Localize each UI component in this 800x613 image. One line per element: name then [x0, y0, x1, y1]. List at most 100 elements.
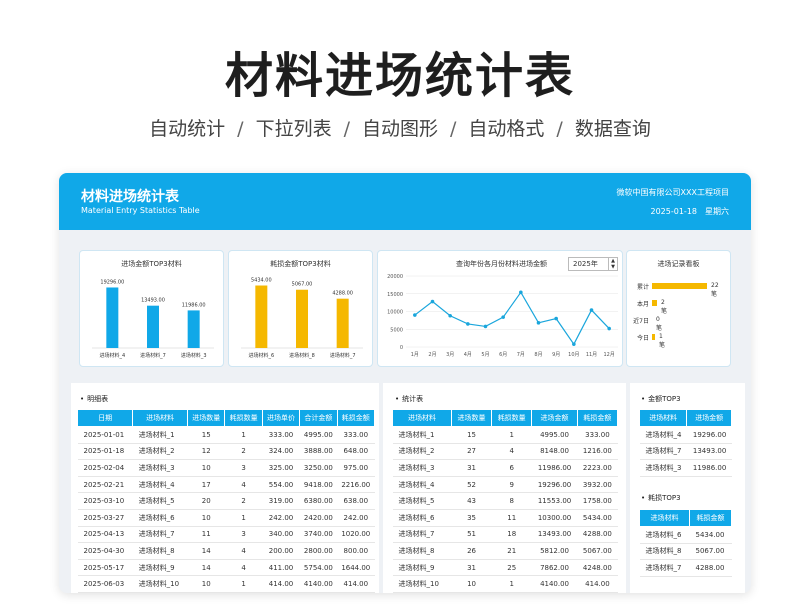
column-header[interactable]: 进场材料 — [392, 409, 452, 427]
kpi-value: 2笔 — [661, 299, 668, 315]
x-tick-label: 4月 — [464, 352, 472, 358]
table-row: 进场材料_7 4288.00 — [639, 559, 732, 577]
data-point — [466, 322, 470, 326]
table-cell: 3740.00 — [299, 526, 338, 544]
bar-value-label: 11986.00 — [182, 302, 206, 308]
column-header[interactable]: 合计金额 — [299, 409, 338, 427]
data-point — [413, 313, 417, 317]
table-row: 2025-01-01 进场材料_1 15 1 333.00 4995.00 333.00 — [77, 426, 375, 444]
table-cell: 10 — [187, 575, 225, 593]
top-section: • 金额TOP3 进场材料 进场金额 进场材料_4 19296.00 进场材料_7 1349… — [630, 383, 745, 593]
table-cell: 10 — [451, 575, 492, 593]
x-tick-label: 11月 — [586, 352, 597, 358]
kpi-bar — [652, 334, 655, 340]
table-cell: 648.00 — [337, 443, 375, 461]
table-cell: 进场材料_1 — [132, 426, 188, 444]
x-tick-label: 3月 — [446, 352, 454, 358]
table-cell: 554.00 — [262, 476, 300, 494]
table-cell: 31 — [451, 559, 492, 577]
table-cell: 14 — [187, 542, 225, 560]
table-cell: 6380.00 — [299, 492, 338, 510]
column-header[interactable]: 进场金额 — [531, 409, 578, 427]
column-header[interactable]: 进场材料 — [132, 409, 189, 427]
column-header[interactable]: 进场材料 — [638, 409, 688, 427]
table-cell: 340.00 — [262, 526, 300, 544]
column-header[interactable]: 耗损金额 — [336, 409, 376, 427]
table-cell: 1644.00 — [337, 559, 375, 577]
table-cell: 25 — [491, 559, 532, 577]
table-cell: 9418.00 — [299, 476, 338, 494]
kpi-label: 今日 — [636, 335, 649, 342]
table-cell: 3888.00 — [299, 443, 338, 461]
category-label: 进场材料_7 — [140, 352, 166, 359]
kpi-bar — [652, 283, 707, 289]
column-header[interactable]: 耗损数量 — [491, 409, 533, 427]
table-cell: 4288.00 — [577, 526, 618, 544]
table-cell: 进场材料_8 — [639, 543, 690, 561]
table-cell: 进场材料_5 — [132, 492, 188, 510]
table-cell: 进场材料_9 — [132, 559, 188, 577]
loss-top3-svg: 5434.00 进场材料_6 5067.00 进场材料_8 4288.00 进场材料_7 — [241, 278, 363, 359]
column-header[interactable]: 耗损数量 — [224, 409, 263, 427]
detail-table: 日期 进场材料 进场数量 耗损数量 进场单价 合计金额 耗损金额 2025-01-01 进场材料… — [76, 409, 376, 593]
table-cell: 414.00 — [262, 575, 300, 593]
column-header[interactable]: 耗损金额 — [688, 509, 733, 527]
column-header[interactable]: 进场金额 — [686, 409, 732, 427]
table-cell: 35 — [451, 509, 492, 527]
kpi-title: 进场记录看板 — [657, 260, 700, 268]
column-header[interactable]: 耗损金额 — [576, 409, 619, 427]
column-header[interactable]: 日期 — [76, 409, 134, 427]
table-cell: 进场材料_10 — [392, 575, 452, 593]
table-cell: 10 — [187, 459, 225, 477]
table-cell: 411.00 — [262, 559, 300, 577]
table-cell: 5434.00 — [689, 526, 732, 544]
feature-item: 自动图形 — [361, 118, 438, 140]
table-cell: 11 — [187, 526, 225, 544]
table-row: 2025-05-17 进场材料_9 14 4 411.00 5754.00 1644.00 — [77, 559, 375, 577]
data-point — [554, 316, 558, 321]
y-tick-label: 15000 — [387, 292, 403, 298]
x-tick-label: 9月 — [552, 352, 560, 358]
table-cell: 638.00 — [337, 492, 375, 510]
x-tick-label: 2月 — [428, 352, 436, 358]
column-header[interactable]: 进场材料 — [639, 509, 690, 527]
column-header[interactable]: 进场单价 — [261, 409, 301, 427]
column-header[interactable]: 进场数量 — [450, 409, 493, 427]
data-point — [589, 308, 594, 312]
x-tick-label: 12月 — [603, 352, 614, 358]
data-point — [501, 315, 505, 319]
top-amount-table: 进场材料 进场金额 进场材料_4 19296.00 进场材料_7 13493.00 进场材料… — [638, 409, 732, 477]
table-cell: 52 — [451, 476, 492, 494]
table-cell: 2025-06-03 — [77, 575, 133, 593]
table-row: 进场材料_5 43 8 11553.00 1758.00 — [392, 492, 618, 510]
column-header[interactable]: 进场数量 — [187, 409, 226, 427]
table-cell: 3932.00 — [577, 476, 618, 494]
table-cell: 进场材料_2 — [132, 443, 188, 461]
table-header-row: 进场材料 进场金额 — [638, 409, 732, 427]
amount-top3-chart: 进场金额TOP3材料 19296.00 进场材料_4 13493.00 进场材料_7 1… — [79, 250, 224, 367]
table-cell: 19296.00 — [686, 426, 732, 444]
table-cell: 4 — [224, 559, 263, 577]
data-point — [572, 342, 576, 346]
table-cell: 19296.00 — [531, 476, 578, 494]
table-cell: 2025-03-10 — [77, 492, 133, 510]
stats-title: • 统计表 — [395, 395, 424, 403]
category-label: 进场材料_4 — [99, 352, 125, 359]
table-cell: 进场材料_10 — [132, 575, 188, 593]
table-cell: 进场材料_7 — [132, 526, 188, 544]
table-cell: 414.00 — [577, 575, 618, 593]
table-row: 2025-04-30 进场材料_8 14 4 200.00 2800.00 800.00 — [77, 542, 375, 560]
table-cell: 11553.00 — [531, 492, 578, 510]
table-cell: 进场材料_7 — [392, 526, 452, 544]
table-row: 2025-02-04 进场材料_3 10 3 325.00 3250.00 975.00 — [77, 459, 375, 477]
table-cell: 1020.00 — [337, 526, 375, 544]
bar-value-label: 19296.00 — [100, 279, 124, 285]
table-row: 进场材料_4 52 9 19296.00 3932.00 — [392, 476, 618, 494]
table-cell: 319.00 — [262, 492, 300, 510]
table-cell: 2 — [224, 443, 263, 461]
table-cell: 进场材料_4 — [132, 476, 188, 494]
table-cell: 进场材料_8 — [392, 542, 452, 560]
table-row: 进场材料_10 10 1 4140.00 414.00 — [392, 575, 618, 593]
table-row: 2025-04-13 进场材料_7 11 3 340.00 3740.00 1020.00 — [77, 526, 375, 544]
loss-top3-chart: 耗损金额TOP3材料 5434.00 进场材料_6 5067.00 进场材料_8 428… — [228, 250, 373, 367]
